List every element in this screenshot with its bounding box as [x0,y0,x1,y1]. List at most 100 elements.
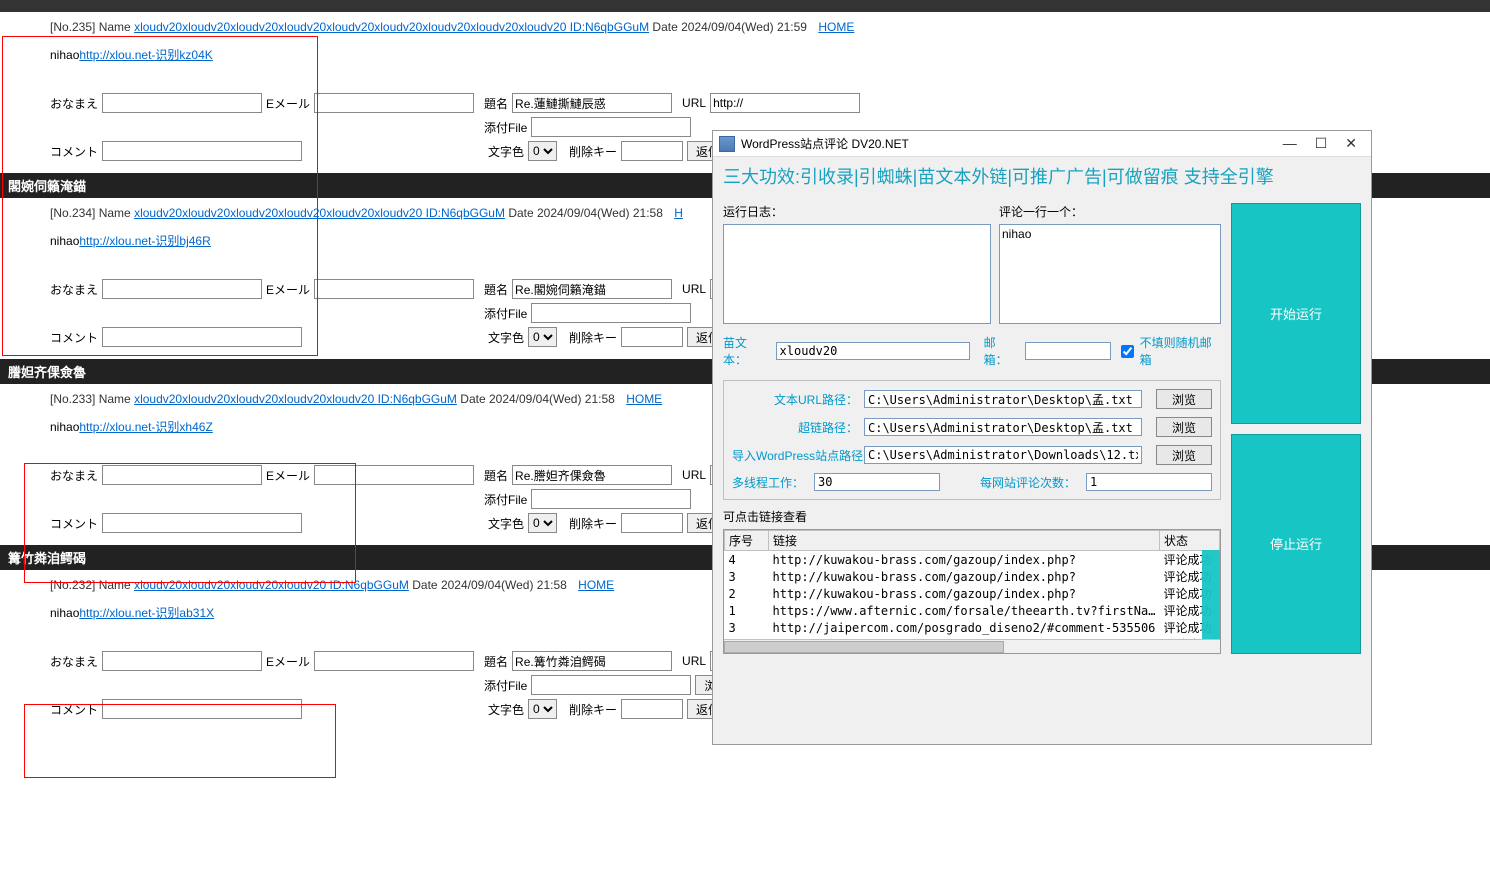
hyperlink-input[interactable] [864,418,1142,436]
post-name-label: Name [99,20,134,34]
comment-input[interactable] [102,141,302,161]
subject-input[interactable] [512,651,672,671]
oname-input[interactable] [102,651,262,671]
textcolor-select[interactable]: 0 [528,327,557,347]
post-body-link[interactable]: http://xlou.net-识别bj46R [79,234,210,248]
post-body-link[interactable]: http://xlou.net-识别kz04K [79,48,212,62]
oname-input[interactable] [102,93,262,113]
post-date: 2024/09/04(Wed) 21:58 [441,578,567,592]
col-status[interactable]: 状态 [1160,531,1220,551]
persite-input[interactable] [1086,473,1212,491]
hyperlink-browse-button[interactable]: 浏览 [1156,417,1212,437]
delkey-input[interactable] [621,699,683,719]
email-input[interactable] [314,279,474,299]
attach-label: 添付File [484,305,527,322]
results-grid[interactable]: 序号 链接 状态 4 http://kuwakou-brass.com/gazo… [723,529,1221,654]
oname-label: おなまえ [50,467,98,484]
post-body-link[interactable]: http://xlou.net-识别xh46Z [79,420,212,434]
subject-input[interactable] [512,93,672,113]
subject-label: 題名 [484,281,508,298]
email-input[interactable] [1025,342,1111,360]
attach-input[interactable] [531,489,691,509]
anchor-input[interactable] [776,342,970,360]
email-label: Eメール [266,95,310,112]
post-home-link[interactable]: HOME [626,392,662,406]
cell-no: 3 [725,619,769,636]
attach-input[interactable] [531,303,691,323]
post-name-label: Name [99,392,134,406]
urlpath-input[interactable] [864,390,1142,408]
subject-label: 題名 [484,95,508,112]
post-name-link[interactable]: xloudv20xloudv20xloudv20xloudv20 ID:N6qb… [134,578,409,592]
table-row[interactable]: 2 http://kuwakou-brass.com/gazoup/index.… [725,585,1220,602]
delkey-input[interactable] [621,513,683,533]
comment-input[interactable] [102,513,302,533]
post-name-link[interactable]: xloudv20xloudv20xloudv20xloudv20xloudv20… [134,392,457,406]
table-row[interactable]: 3 http://kuwakou-brass.com/gazoup/index.… [725,568,1220,585]
post-text: nihao [50,48,79,62]
post-home-link[interactable]: HOME [818,20,854,34]
attach-input[interactable] [531,117,691,137]
app-window: WordPress站点评论 DV20.NET — ☐ ✕ 三大功效:引收录|引蜘… [712,130,1372,745]
stop-button[interactable]: 停止运行 [1231,434,1361,655]
oname-input[interactable] [102,465,262,485]
start-button[interactable]: 开始运行 [1231,203,1361,424]
log-textarea[interactable] [723,224,991,324]
subject-input[interactable] [512,465,672,485]
subject-input[interactable] [512,279,672,299]
url-input[interactable] [710,93,860,113]
comment-input[interactable] [102,327,302,347]
post-home-link[interactable]: H [674,206,683,220]
url-label: URL [682,96,706,110]
comment-label: 评论一行一个： [999,203,1221,220]
app-title: WordPress站点评论 DV20.NET [741,135,1283,152]
comment-label: コメント [50,329,98,346]
attach-input[interactable] [531,675,691,695]
delkey-label: 削除キー [569,515,617,532]
threads-input[interactable] [814,473,940,491]
top-dark-bar [0,0,1490,12]
email-label: Eメール [266,281,310,298]
email-input[interactable] [314,651,474,671]
comment-textarea[interactable]: nihao [999,224,1221,324]
col-no[interactable]: 序号 [725,531,769,551]
cell-url: http://kuwakou-brass.com/gazoup/index.ph… [769,585,1160,602]
textcolor-select[interactable]: 0 [528,699,557,719]
url-label: URL [682,468,706,482]
email-input[interactable] [314,465,474,485]
cell-no: 1 [725,602,769,619]
url-label: URL [682,654,706,668]
minimize-button[interactable]: — [1283,135,1297,152]
cell-status: 评论成功 [1160,653,1220,654]
cell-url: http://kuwakou-brass.com/gazoup/index.ph… [769,653,1160,654]
persite-label: 每网站评论次数： [980,474,1076,491]
post-body-link[interactable]: http://xlou.net-识别ab31X [79,606,214,620]
cell-no: 2 [725,585,769,602]
post-name-link[interactable]: xloudv20xloudv20xloudv20xloudv20xloudv20… [134,20,649,34]
maximize-button[interactable]: ☐ [1315,135,1328,152]
close-button[interactable]: ✕ [1345,135,1357,152]
table-row[interactable]: 4 http://kuwakou-brass.com/gazoup/index.… [725,551,1220,569]
comment-input[interactable] [102,699,302,719]
textcolor-label: 文字色 [488,701,524,718]
delkey-input[interactable] [621,327,683,347]
post-name-link[interactable]: xloudv20xloudv20xloudv20xloudv20xloudv20… [134,206,505,220]
table-row[interactable]: 3 http://jaipercom.com/posgrado_diseno2/… [725,619,1220,636]
post-name-label: Name [99,578,134,592]
cell-url: https://www.afternic.com/forsale/theeart… [769,602,1160,619]
oname-input[interactable] [102,279,262,299]
textcolor-select[interactable]: 0 [528,141,557,161]
post-home-link[interactable]: HOME [578,578,614,592]
col-link[interactable]: 链接 [769,531,1160,551]
email-input[interactable] [314,93,474,113]
delkey-label: 削除キー [569,701,617,718]
random-email-checkbox[interactable] [1121,345,1134,358]
urlpath-browse-button[interactable]: 浏览 [1156,389,1212,409]
table-row[interactable]: 1 https://www.afternic.com/forsale/theea… [725,602,1220,619]
importwp-input[interactable] [864,446,1142,464]
textcolor-select[interactable]: 0 [528,513,557,533]
grid-hscroll[interactable] [724,639,1220,653]
importwp-browse-button[interactable]: 浏览 [1156,445,1212,465]
delkey-input[interactable] [621,141,683,161]
table-row[interactable]: 2 http://kuwakou-brass.com/gazoup/index.… [725,653,1220,654]
